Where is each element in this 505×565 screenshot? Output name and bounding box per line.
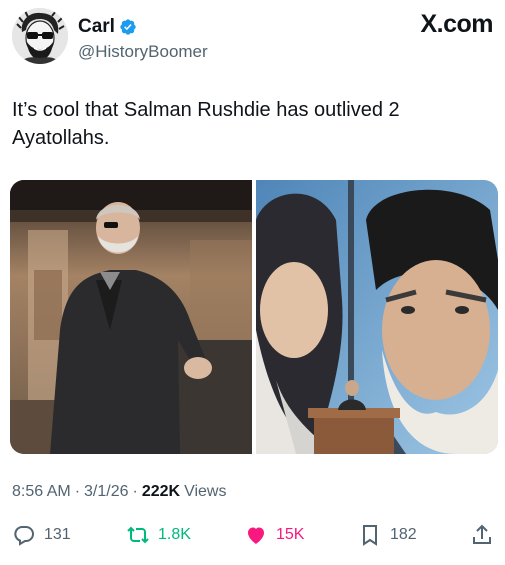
tweet-header: Carl @HistoryBoomer X.com [12,8,493,64]
reply-button[interactable]: 131 [12,520,71,550]
bookmark-icon [363,525,377,546]
share-button[interactable] [470,520,494,550]
tweet-text: It’s cool that Salman Rushdie has outliv… [12,99,400,149]
avatar[interactable] [12,8,68,64]
share-icon [473,524,491,544]
meta-separator: · [132,483,138,500]
media-photo-right[interactable] [256,180,498,454]
reply-icon [14,526,34,546]
reply-count: 131 [44,526,71,543]
meta-separator: · [74,483,81,500]
repost-button[interactable]: 1.8K [126,520,191,550]
repost-count: 1.8K [158,526,191,543]
repost-icon [127,526,149,544]
author-name-row[interactable]: Carl [78,16,137,38]
brand-watermark: X.com [420,10,493,38]
media-photo-left[interactable] [10,180,252,454]
bookmark-count: 182 [390,526,417,543]
tweet-metadata: 8:56 AM · 3/1/26 · 222K Views [12,483,226,501]
action-bar: 131 1.8K 15K 182 [12,520,495,550]
tweet-time[interactable]: 8:56 AM [12,483,71,501]
author-name[interactable]: Carl [78,16,115,38]
verified-badge-icon [120,19,136,35]
tweet-date[interactable]: 3/1/26 [84,483,128,501]
author-handle[interactable]: @HistoryBoomer [78,42,208,62]
views-count: 222K [141,483,181,500]
bookmark-button[interactable]: 182 [358,520,417,550]
media-grid [10,180,498,454]
like-icon [248,527,264,544]
views-label: Views [184,483,227,500]
like-button[interactable]: 15K [244,520,304,550]
like-count: 15K [276,526,305,543]
